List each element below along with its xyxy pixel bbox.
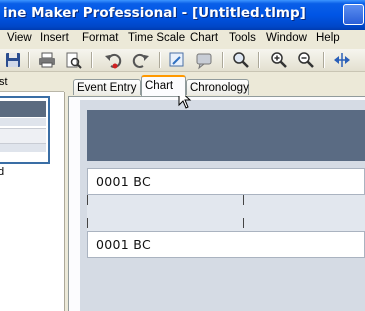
menu-format[interactable]: Format: [82, 32, 118, 44]
menu-chart[interactable]: Chart: [190, 32, 218, 44]
time-ruler-lower: [87, 207, 365, 232]
time-scale-row-bottom[interactable]: 0001 BC: [87, 231, 365, 258]
menu-window[interactable]: Window: [266, 32, 307, 44]
menu-help[interactable]: Help: [316, 32, 340, 44]
title-bar: ine Maker Professional - [Untitled.tlmp]: [0, 0, 365, 30]
minimize-button[interactable]: [343, 4, 364, 25]
save-icon[interactable]: [3, 50, 23, 70]
add-event-icon[interactable]: [167, 50, 187, 70]
chart-header-band[interactable]: [87, 110, 365, 161]
tab-chart[interactable]: Chart: [141, 75, 186, 96]
ruler-tick: [87, 195, 88, 205]
tab-strip: Event Entry Chart Chronology: [70, 75, 365, 97]
chart-thumbnail[interactable]: [0, 96, 50, 164]
time-ruler-upper: [87, 195, 365, 207]
menu-time-scale[interactable]: Time Scale: [128, 32, 185, 44]
left-panel-header-label: st: [0, 76, 8, 88]
left-panel-header: st: [0, 75, 64, 92]
find-icon[interactable]: [231, 50, 251, 70]
tab-chronology[interactable]: Chronology: [186, 79, 249, 95]
menu-view[interactable]: View: [7, 32, 32, 44]
print-icon[interactable]: [37, 50, 57, 70]
time-scale-row-top[interactable]: 0001 BC: [87, 168, 365, 195]
ruler-tick: [243, 195, 244, 205]
time-scale-label-top: 0001 BC: [96, 174, 151, 189]
left-panel-label: d: [0, 166, 5, 178]
time-scale-label-bottom: 0001 BC: [96, 237, 151, 252]
ruler-tick: [243, 218, 244, 228]
zoom-in-icon[interactable]: [269, 50, 289, 70]
menu-bar: View Insert Format Time Scale Chart Tool…: [0, 30, 365, 50]
redo-icon[interactable]: [131, 50, 151, 70]
window-title: ine Maker Professional - [Untitled.tlmp]: [3, 5, 306, 21]
menu-tools[interactable]: Tools: [229, 32, 256, 44]
tab-event-entry[interactable]: Event Entry: [73, 79, 141, 95]
fit-width-icon[interactable]: [332, 50, 352, 70]
print-preview-icon[interactable]: [63, 50, 83, 70]
undo-icon[interactable]: [103, 50, 123, 70]
menu-insert[interactable]: Insert: [40, 32, 69, 44]
ruler-tick: [87, 218, 88, 228]
comment-icon[interactable]: [194, 50, 214, 70]
toolbar: [0, 49, 365, 72]
zoom-out-icon[interactable]: [296, 50, 316, 70]
left-panel: [0, 92, 65, 311]
